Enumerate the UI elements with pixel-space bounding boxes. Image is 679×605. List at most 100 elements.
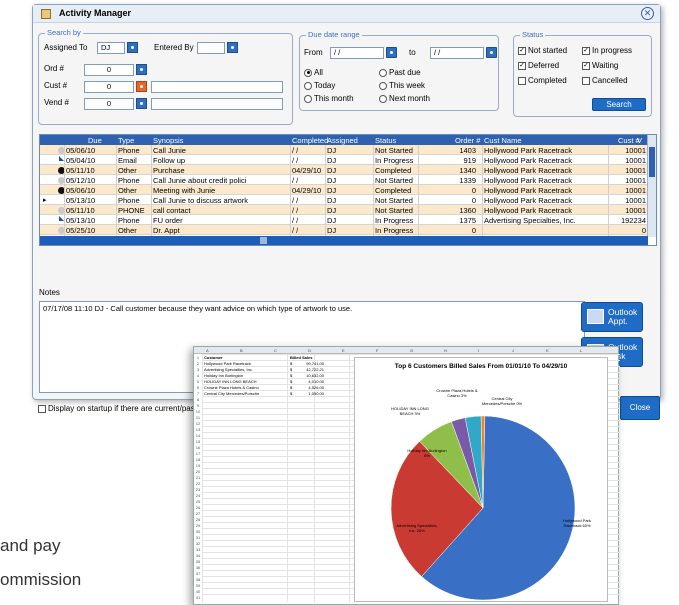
entered-by-lookup-button[interactable] xyxy=(227,42,238,53)
radio-past-due[interactable]: Past due xyxy=(379,68,421,77)
cell-due: 05/13/10 xyxy=(66,196,96,205)
vend-label: Vend # xyxy=(44,98,69,107)
outlook-appt-label: Outlook Appt. xyxy=(608,307,638,326)
excel-row-number: 14 xyxy=(195,433,201,438)
chk-in-progress[interactable]: ✓ In progress xyxy=(582,46,632,55)
excel-col-letter: J xyxy=(512,348,514,353)
cell-order: 919 xyxy=(463,156,476,165)
excel-row-number: 8 xyxy=(196,397,200,402)
search-by-legend: Search by xyxy=(45,28,83,37)
cell-cust: 10001 xyxy=(625,166,646,175)
col-completed[interactable]: Completed xyxy=(292,136,328,145)
col-status[interactable]: Status xyxy=(375,136,396,145)
excel-col-letter: C xyxy=(274,348,277,353)
radio-next-month[interactable]: Next month xyxy=(379,94,430,103)
excel-col-letter: A xyxy=(206,348,209,353)
excel-cell: 1,050.00 xyxy=(308,391,324,396)
background-text-2: ommission xyxy=(0,570,82,589)
close-icon[interactable]: ✕ xyxy=(641,7,654,20)
search-button[interactable]: Search xyxy=(592,98,646,111)
chk-completed[interactable]: Completed xyxy=(518,76,567,85)
cell-type: Phone xyxy=(118,176,140,185)
ord-lookup-button[interactable] xyxy=(136,64,147,75)
cust-label: Cust # xyxy=(44,81,68,90)
col-due[interactable]: Due xyxy=(88,136,102,145)
vend-lookup-button[interactable] xyxy=(136,98,147,109)
cell-type: Other xyxy=(118,186,137,195)
excel-cell: $ xyxy=(290,385,293,390)
cell-type: Other xyxy=(118,166,137,175)
outlook-appt-button[interactable]: Outlook Appt. xyxy=(581,302,643,332)
from-date-field[interactable]: / / xyxy=(330,47,384,59)
assigned-to-lookup-button[interactable] xyxy=(127,42,138,53)
table-row[interactable]: 05/04/10 Email Follow up / / DJ In Progress 91… xyxy=(40,155,648,165)
cell-cust: 10001 xyxy=(625,146,646,155)
col-synopsis[interactable]: Synopsis xyxy=(153,136,183,145)
cust-lookup-button[interactable] xyxy=(136,81,147,92)
cell-completed: / / xyxy=(292,156,299,165)
cell-cust: 10001 xyxy=(625,196,646,205)
radio-all-label: All xyxy=(314,68,323,77)
from-calendar-icon[interactable] xyxy=(386,47,397,58)
col-assigned[interactable]: Assigned xyxy=(327,136,358,145)
excel-row-number: 17 xyxy=(195,451,201,456)
table-row[interactable]: 05/06/10 Other Meeting with Junie 04/29/10 D… xyxy=(40,185,648,195)
excel-row-number: 39 xyxy=(195,583,201,588)
grid-vertical-scrollbar[interactable] xyxy=(647,135,656,237)
radio-this-month[interactable]: This month xyxy=(304,94,354,103)
excel-row-number: 40 xyxy=(195,589,201,594)
chk-cancelled[interactable]: Cancelled xyxy=(582,76,628,85)
cell-order: 0 xyxy=(471,186,476,195)
excel-column-header: A B C D E F G H I J K L xyxy=(194,347,618,354)
radio-today[interactable]: Today xyxy=(304,81,335,90)
table-row[interactable]: 05/12/10 Phone Call Junie about credit pol… xyxy=(40,175,648,185)
to-calendar-icon[interactable] xyxy=(486,47,497,58)
cell-cust-name: Hollywood Park Racetrack xyxy=(484,196,572,205)
chk-completed-label: Completed xyxy=(528,76,567,85)
chk-deferred[interactable]: ✓ Deferred xyxy=(518,61,559,70)
col-type[interactable]: Type xyxy=(118,136,134,145)
cell-order: 1339 xyxy=(459,176,476,185)
chk-not-started[interactable]: ✓ Not started xyxy=(518,46,567,55)
excel-row-number: 4 xyxy=(196,373,200,378)
radio-all[interactable]: All xyxy=(304,68,323,77)
excel-row-number: 24 xyxy=(195,493,201,498)
excel-col-letter: H xyxy=(444,348,447,353)
assigned-to-field[interactable]: DJ xyxy=(97,42,125,54)
cell-completed: / / xyxy=(292,146,299,155)
table-row[interactable]: ▸ 05/13/10 Phone Call Junie to discuss artw… xyxy=(40,195,648,205)
table-row[interactable]: 05/25/10 Other Dr. Appt / / DJ In Progress 0 0 xyxy=(40,225,648,235)
to-date-field[interactable]: / / xyxy=(430,47,484,59)
excel-row-number: 35 xyxy=(195,559,201,564)
excel-row-number: 41 xyxy=(195,595,201,600)
entered-by-field[interactable] xyxy=(197,42,225,54)
excel-row-number: 1 xyxy=(196,355,200,360)
table-row[interactable]: 05/11/10 Other Purchase 04/29/10 DJ Completed… xyxy=(40,165,648,175)
col-cust-name[interactable]: Cust Name xyxy=(484,136,522,145)
table-row[interactable]: 05/11/10 PHONE call contact / / DJ Not Starte… xyxy=(40,205,648,215)
cell-cust: 192234 xyxy=(620,216,646,225)
table-row[interactable]: 05/06/10 Phone Call Junie / / DJ Not Started 1… xyxy=(40,145,648,155)
radio-next-month-label: Next month xyxy=(389,94,430,103)
pie-slice-label: Central City Mercedes/Porsche 0% xyxy=(481,396,523,406)
search-by-group: Search by Assigned To DJ Entered By Ord … xyxy=(38,28,293,125)
cell-due: 05/06/10 xyxy=(66,186,96,195)
ord-field[interactable]: 0 xyxy=(84,64,134,76)
table-row[interactable]: 05/13/10PhoneCall Junie/ /DJNot Started1… xyxy=(40,245,648,246)
grid-horizontal-scrollbar[interactable] xyxy=(40,236,648,245)
cust-field[interactable]: 0 xyxy=(84,81,134,93)
vend-name-field[interactable] xyxy=(151,98,283,110)
radio-this-week[interactable]: This week xyxy=(379,81,425,90)
col-order[interactable]: Order # xyxy=(455,136,480,145)
close-button[interactable]: Close xyxy=(620,396,660,420)
cell-assigned: DJ xyxy=(327,166,337,175)
excel-row-number: 37 xyxy=(195,571,201,576)
vend-field[interactable]: 0 xyxy=(84,98,134,110)
excel-row-number: 2 xyxy=(196,361,200,366)
cell-assigned: DJ xyxy=(327,186,337,195)
background-text-1: and pay xyxy=(0,536,61,555)
cust-name-field[interactable] xyxy=(151,81,283,93)
display-on-startup-checkbox[interactable]: Display on startup if there are current/… xyxy=(38,404,204,413)
chk-waiting[interactable]: ✓ Waiting xyxy=(582,61,618,70)
table-row[interactable]: 05/13/10 Phone FU order / / DJ In Progress 137… xyxy=(40,215,648,225)
